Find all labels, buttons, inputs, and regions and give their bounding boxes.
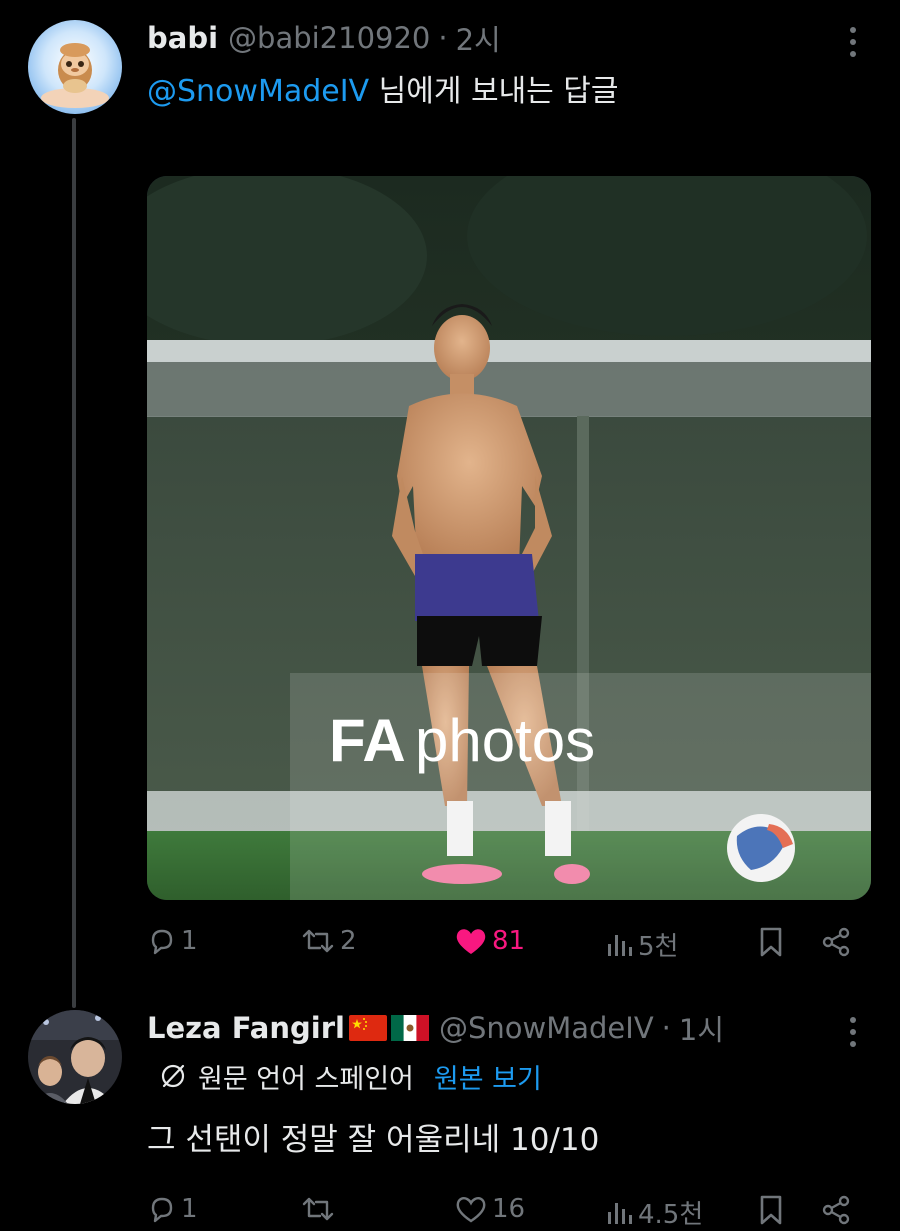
more-options-icon[interactable] <box>849 27 857 57</box>
photo-soccer-player: FA photos <box>147 176 871 900</box>
china-flag-icon <box>348 1015 387 1041</box>
share-icon <box>822 927 850 957</box>
retweet-icon <box>302 1197 334 1221</box>
reply-context-text: 님에게 보내는 답글 <box>369 74 619 109</box>
show-original-link[interactable]: 원본 보기 <box>434 1057 542 1096</box>
reply-count: 1 <box>181 1194 198 1224</box>
share-button[interactable] <box>820 926 852 958</box>
views-count: 4.5천 <box>638 1200 704 1230</box>
translate-icon <box>161 1064 185 1088</box>
tweet-header: babi @babi210920 · 2시 <box>147 18 501 58</box>
like-button[interactable]: 81 <box>454 926 525 956</box>
views-count: 5천 <box>638 932 679 962</box>
bookmark-button[interactable] <box>757 926 785 958</box>
translate-note: 원문 언어 스페인어 <box>198 1063 414 1095</box>
watermark-text: FA <box>329 707 406 774</box>
bookmark-icon <box>760 1195 782 1225</box>
retweet-button[interactable] <box>300 1194 340 1224</box>
translation-notice: 원문 언어 스페인어 원본 보기 <box>158 1057 542 1096</box>
like-count: 81 <box>492 926 526 956</box>
views-button[interactable]: 5천 <box>604 926 678 963</box>
user-handle[interactable]: @SnowMadeIV <box>439 1011 654 1045</box>
tweet-text: 그 선탠이 정말 잘 어울리네 10/10 <box>147 1122 600 1158</box>
bookmark-button[interactable] <box>757 1194 785 1226</box>
heart-outline-icon <box>456 1197 486 1223</box>
reply-icon <box>151 1197 173 1223</box>
mexico-flag-icon <box>390 1015 429 1041</box>
reply-button[interactable]: 1 <box>147 926 198 956</box>
avatar-leza-fangirl[interactable] <box>28 1010 122 1104</box>
share-icon <box>822 1195 850 1225</box>
display-name[interactable]: babi <box>147 21 218 55</box>
tweet-media-photo[interactable]: FA photos <box>147 176 871 900</box>
retweet-count: 2 <box>340 926 357 956</box>
display-name[interactable]: Leza Fangirl <box>147 1011 345 1045</box>
views-button[interactable]: 4.5천 <box>604 1194 703 1231</box>
thread-connector-line <box>72 118 76 1008</box>
tweet-header: Leza Fangirl @SnowMadeIV · 1시 <box>147 1008 724 1048</box>
watermark-text-light: photos <box>415 707 595 774</box>
timestamp[interactable]: 1시 <box>679 1007 724 1049</box>
reply-mention-link[interactable]: @SnowMadeIV <box>147 74 369 109</box>
reply-context: @SnowMadeIV 님에게 보내는 답글 <box>147 66 619 110</box>
timestamp[interactable]: 2시 <box>456 17 501 59</box>
views-bar-chart-icon <box>608 934 632 956</box>
avatar-image <box>28 1010 122 1104</box>
retweet-icon <box>302 929 334 953</box>
avatar-babi[interactable] <box>28 20 122 114</box>
reply-count: 1 <box>181 926 198 956</box>
like-count: 16 <box>492 1194 526 1224</box>
reply-icon <box>151 929 173 955</box>
share-button[interactable] <box>820 1194 852 1226</box>
retweet-button[interactable]: 2 <box>300 926 357 956</box>
more-options-icon[interactable] <box>849 1017 857 1047</box>
separator-dot: · <box>661 1011 671 1045</box>
avatar-image <box>28 20 122 114</box>
reply-button[interactable]: 1 <box>147 1194 198 1224</box>
user-handle[interactable]: @babi210920 <box>228 21 430 55</box>
heart-filled-icon <box>456 929 486 954</box>
views-bar-chart-icon <box>608 1202 632 1224</box>
separator-dot: · <box>438 21 448 55</box>
like-button[interactable]: 16 <box>454 1194 525 1224</box>
bookmark-icon <box>760 927 782 957</box>
